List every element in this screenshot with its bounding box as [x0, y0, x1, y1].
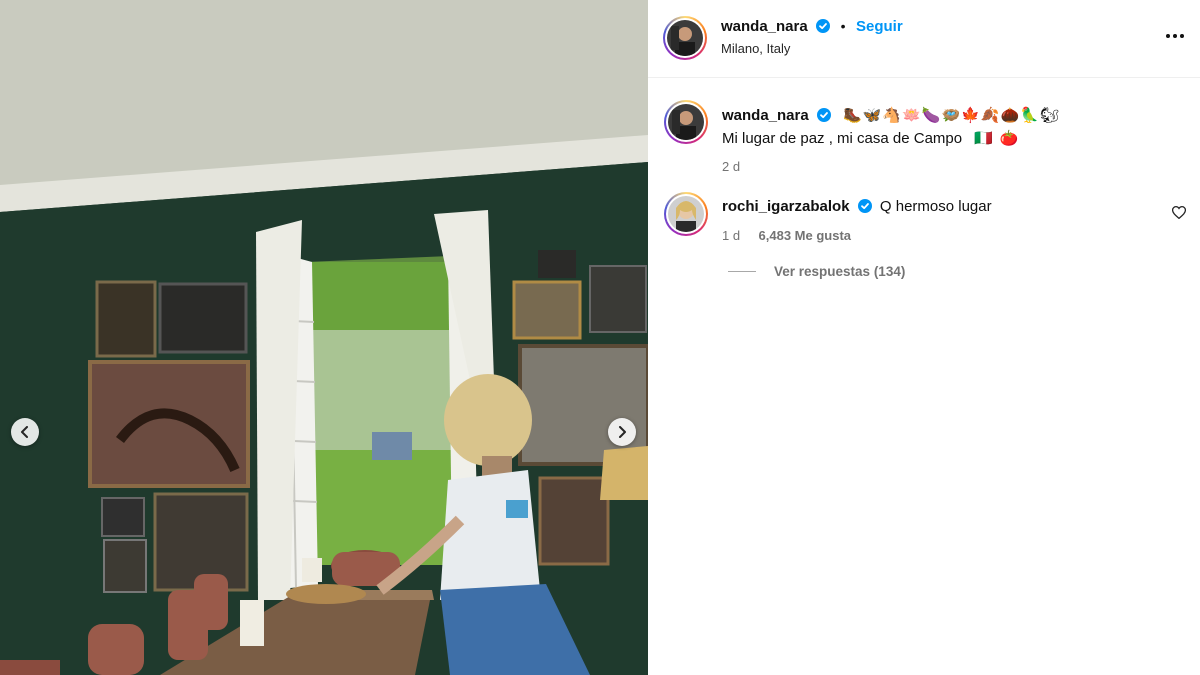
commenter-avatar-image	[668, 196, 704, 232]
caption-body: wanda_nara 🥾🦋🐴🪷🍆🪺🍁🍂🌰🦜🐿 Mi lugar de paz ,…	[722, 104, 1182, 178]
commenter-username[interactable]: rochi_igarzabalok	[722, 198, 850, 215]
author-avatar[interactable]	[663, 16, 707, 60]
caption-age: 2 d	[722, 159, 741, 174]
caption-avatar-image	[668, 104, 704, 140]
replies-divider	[728, 271, 756, 272]
chevron-right-icon	[619, 426, 626, 438]
comment-likes[interactable]: 6,483 Me gusta	[759, 228, 852, 243]
caption-emojis: 🥾🦋🐴🪷🍆🪺🍁🍂🌰🦜🐿	[843, 106, 1060, 124]
separator-dot: •	[840, 18, 846, 34]
comment-text: Q hermoso lugar	[879, 198, 992, 215]
verified-badge-icon	[816, 108, 831, 122]
caption-text: Mi lugar de paz , mi casa de Campo	[722, 130, 963, 147]
chevron-left-icon	[21, 426, 28, 438]
like-comment-button[interactable]	[1171, 206, 1187, 224]
post-location[interactable]: Milano, Italy	[721, 41, 790, 56]
author-avatar-image	[667, 20, 703, 56]
comment-age: 1 d	[722, 228, 741, 243]
post-header: wanda_nara • Seguir Milano, Italy	[648, 0, 1200, 78]
commenter-avatar[interactable]	[664, 192, 708, 236]
verified-badge-icon	[857, 199, 872, 213]
view-replies-button[interactable]: Ver respuestas (134)	[728, 264, 905, 279]
comment-body: rochi_igarzabalok Q hermoso lugar	[722, 198, 992, 215]
caption-text-emojis: 🇮🇹 🍅	[974, 129, 1020, 147]
more-options-icon[interactable]	[1164, 24, 1186, 48]
dining-room-photo	[0, 0, 648, 675]
caption-username[interactable]: wanda_nara	[722, 107, 809, 124]
comment-meta: 1 d 6,483 Me gusta	[722, 227, 851, 245]
follow-button[interactable]: Seguir	[856, 18, 903, 35]
view-replies-label: Ver respuestas (134)	[774, 264, 906, 279]
previous-photo-button[interactable]	[11, 418, 39, 446]
verified-badge-icon	[816, 19, 831, 33]
post-details-panel: wanda_nara • Seguir Milano, Italy wanda_…	[648, 0, 1200, 675]
next-photo-button[interactable]	[608, 418, 636, 446]
author-username[interactable]: wanda_nara	[721, 18, 808, 35]
heart-icon	[1171, 206, 1187, 220]
post-photo[interactable]	[0, 0, 648, 675]
caption-avatar[interactable]	[664, 100, 708, 144]
author-line: wanda_nara • Seguir	[721, 18, 903, 36]
